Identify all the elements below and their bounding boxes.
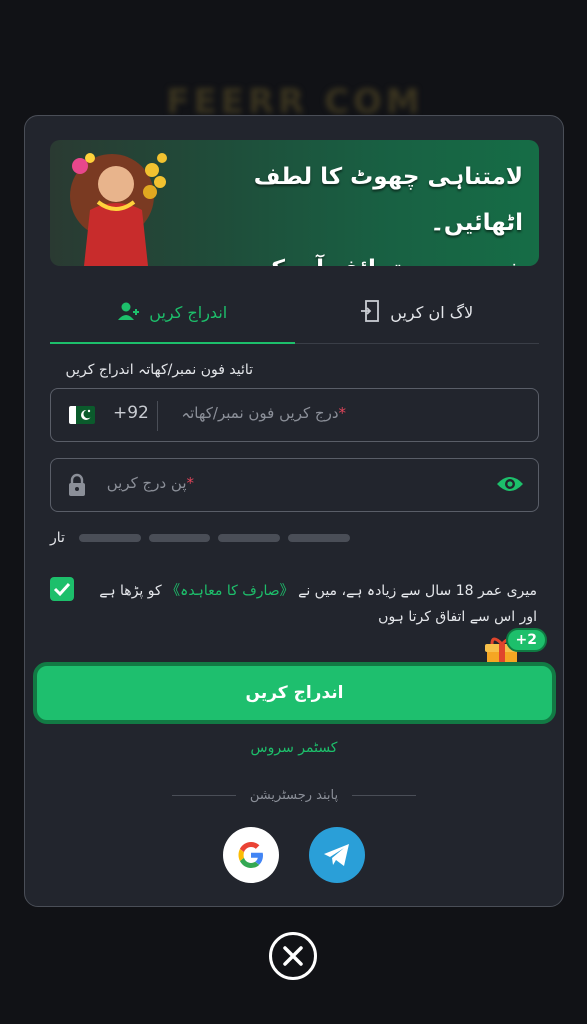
customer-service-link[interactable]: کسٹمر سروس xyxy=(25,740,563,756)
hostess-illustration xyxy=(70,153,167,266)
auth-tabs: اندراج کریں لاگ ان کریں xyxy=(50,282,539,344)
phone-placeholder: *درج کریں فون نمبر/کھاتہ xyxy=(181,404,346,422)
close-button[interactable] xyxy=(269,932,317,980)
register-submit-button[interactable]: اندراج کریں xyxy=(33,662,556,724)
pin-placeholder: *پن درج کریں xyxy=(106,474,194,492)
register-modal: لامتناہی چھوٹ کا لطف اٹھائیں۔ خوبصورت تح… xyxy=(24,115,564,907)
login-door-icon xyxy=(360,299,380,326)
strength-segment xyxy=(288,534,350,542)
country-code[interactable]: +92 xyxy=(113,403,149,423)
strength-label: تار xyxy=(50,530,65,546)
field-divider xyxy=(157,401,158,431)
terms-text: میری عمر 18 سال سے زیادہ ہے، میں نے 《صار… xyxy=(97,578,537,630)
strength-segment xyxy=(78,534,141,542)
strength-segment xyxy=(218,534,281,542)
pin-input[interactable]: *پن درج کریں xyxy=(50,458,539,512)
user-agreement-link[interactable]: 《صارف کا معاہدہ》 xyxy=(166,583,294,599)
banner-line-2: خوبصورت تحائف آپ کے منتظر ہیں۔ xyxy=(183,246,523,266)
telegram-button[interactable] xyxy=(309,827,365,883)
lock-icon xyxy=(67,473,87,501)
password-strength: تار xyxy=(50,530,350,546)
google-button[interactable] xyxy=(223,827,279,883)
checkmark-icon xyxy=(53,582,71,597)
telegram-icon xyxy=(324,844,349,866)
add-user-icon xyxy=(117,301,140,325)
divider-line xyxy=(172,795,236,796)
tab-register[interactable]: اندراج کریں xyxy=(50,282,295,344)
terms-checkbox[interactable] xyxy=(50,577,74,601)
tab-login-label: لاگ ان کریں xyxy=(390,303,474,322)
social-divider: پابند رجسٹریشن xyxy=(172,788,417,803)
google-icon xyxy=(238,842,263,868)
strength-segment xyxy=(148,534,211,542)
divider-line xyxy=(352,795,417,796)
bonus-badge: +2 xyxy=(505,628,547,652)
tab-login[interactable]: لاگ ان کریں xyxy=(295,282,540,343)
social-label: پابند رجسٹریشن xyxy=(249,788,339,803)
close-icon xyxy=(283,946,303,966)
pakistan-flag-icon xyxy=(69,406,95,424)
promo-banner: لامتناہی چھوٹ کا لطف اٹھائیں۔ خوبصورت تح… xyxy=(50,140,539,266)
terms-prefix: میری عمر 18 سال سے زیادہ ہے، میں نے xyxy=(298,583,537,599)
banner-line-1: لامتناہی چھوٹ کا لطف اٹھائیں۔ xyxy=(253,164,523,236)
phone-input[interactable]: +92 *درج کریں فون نمبر/کھاتہ xyxy=(50,388,539,442)
tab-register-label: اندراج کریں xyxy=(149,303,228,322)
eye-icon[interactable] xyxy=(496,474,524,498)
phone-field-label: تائید فون نمبر/کھاتہ اندراج کریں xyxy=(65,362,253,378)
